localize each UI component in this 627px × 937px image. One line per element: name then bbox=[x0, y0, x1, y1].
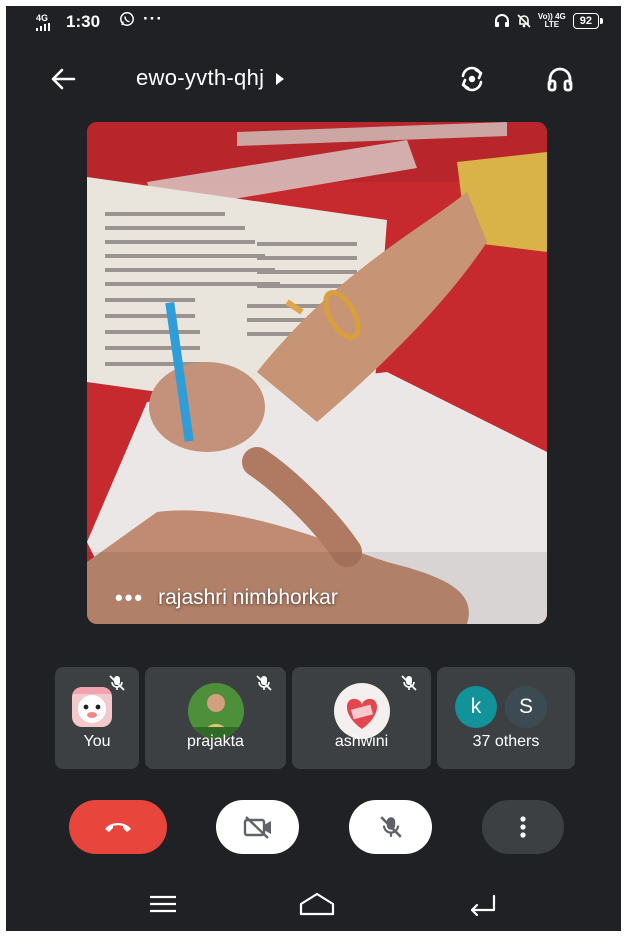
arrow-left-icon bbox=[51, 68, 76, 90]
participant-strip: You prajakta ashwini k S 37 others bbox=[55, 667, 579, 769]
mute-status-icon bbox=[517, 14, 531, 28]
more-options-icon[interactable]: ••• bbox=[115, 587, 144, 609]
back-nav-icon bbox=[470, 894, 496, 917]
meet-screen: 4G 1:30 ··· Vo)) 4GLTE 92 ewo-yvth-qhj bbox=[6, 6, 621, 931]
participant-tile-ashwini[interactable]: ashwini bbox=[292, 667, 431, 769]
participant-tile-prajakta[interactable]: prajakta bbox=[145, 667, 286, 769]
home-icon bbox=[299, 892, 335, 916]
whatsapp-icon bbox=[119, 11, 135, 32]
video-frame-image bbox=[87, 122, 547, 624]
end-call-button[interactable] bbox=[69, 800, 167, 854]
toggle-mic-button[interactable] bbox=[349, 800, 432, 854]
toggle-camera-button[interactable] bbox=[216, 800, 299, 854]
participant-tile-others[interactable]: k S 37 others bbox=[437, 667, 575, 769]
home-nav-button[interactable] bbox=[297, 890, 337, 918]
status-right: Vo)) 4G LTE 92 bbox=[494, 12, 604, 29]
volte-indicator: Vo)) 4G LTE bbox=[537, 12, 566, 29]
switch-camera-button[interactable] bbox=[454, 61, 490, 97]
menu-icon bbox=[150, 895, 176, 913]
back-nav-button[interactable] bbox=[466, 890, 500, 918]
meeting-code: ewo-yvth-qhj bbox=[136, 65, 265, 90]
phone-hangup-icon bbox=[105, 823, 131, 832]
avatar-k: k bbox=[455, 686, 497, 728]
participant-tile-you[interactable]: You bbox=[55, 667, 139, 769]
avatar bbox=[187, 683, 244, 739]
participant-name: ashwini bbox=[334, 733, 389, 750]
main-video-feed[interactable]: ••• rajashri nimbhorkar bbox=[87, 122, 547, 624]
back-button[interactable] bbox=[44, 59, 84, 99]
network-indicator: 4G bbox=[36, 14, 50, 33]
more-options-button[interactable] bbox=[482, 800, 564, 854]
participant-name: You bbox=[83, 733, 111, 750]
mic-off-icon bbox=[401, 675, 417, 691]
avatar-s: S bbox=[503, 684, 549, 730]
more-vert-icon bbox=[520, 816, 526, 838]
speaker-label: ••• rajashri nimbhorkar bbox=[115, 586, 338, 610]
speaker-name: rajashri nimbhorkar bbox=[158, 586, 338, 609]
avatar bbox=[72, 687, 112, 727]
recents-nav-button[interactable] bbox=[146, 890, 180, 918]
participant-name: prajakta bbox=[187, 733, 244, 750]
call-controls bbox=[6, 800, 621, 860]
headset-status-icon bbox=[494, 14, 509, 27]
audio-output-button[interactable] bbox=[542, 61, 578, 97]
clock: 1:30 bbox=[66, 12, 101, 31]
caret-right-icon bbox=[276, 73, 285, 85]
meeting-info-button[interactable]: ewo-yvth-qhj bbox=[136, 65, 285, 91]
system-nav-bar bbox=[6, 876, 621, 931]
avatar bbox=[333, 683, 390, 739]
notification-dots-icon: ··· bbox=[143, 9, 163, 28]
signal-icon bbox=[36, 23, 50, 31]
switch-camera-icon bbox=[461, 66, 483, 92]
mic-off-icon bbox=[256, 675, 272, 691]
status-bar: 4G 1:30 ··· Vo)) 4G LTE 92 bbox=[6, 6, 621, 40]
battery-indicator: 92 bbox=[572, 13, 604, 29]
top-bar: ewo-yvth-qhj bbox=[6, 51, 621, 107]
participant-name: 37 others bbox=[472, 733, 540, 750]
headphones-icon bbox=[547, 67, 573, 92]
mic-off-icon bbox=[379, 816, 402, 838]
video-off-icon bbox=[243, 816, 271, 839]
